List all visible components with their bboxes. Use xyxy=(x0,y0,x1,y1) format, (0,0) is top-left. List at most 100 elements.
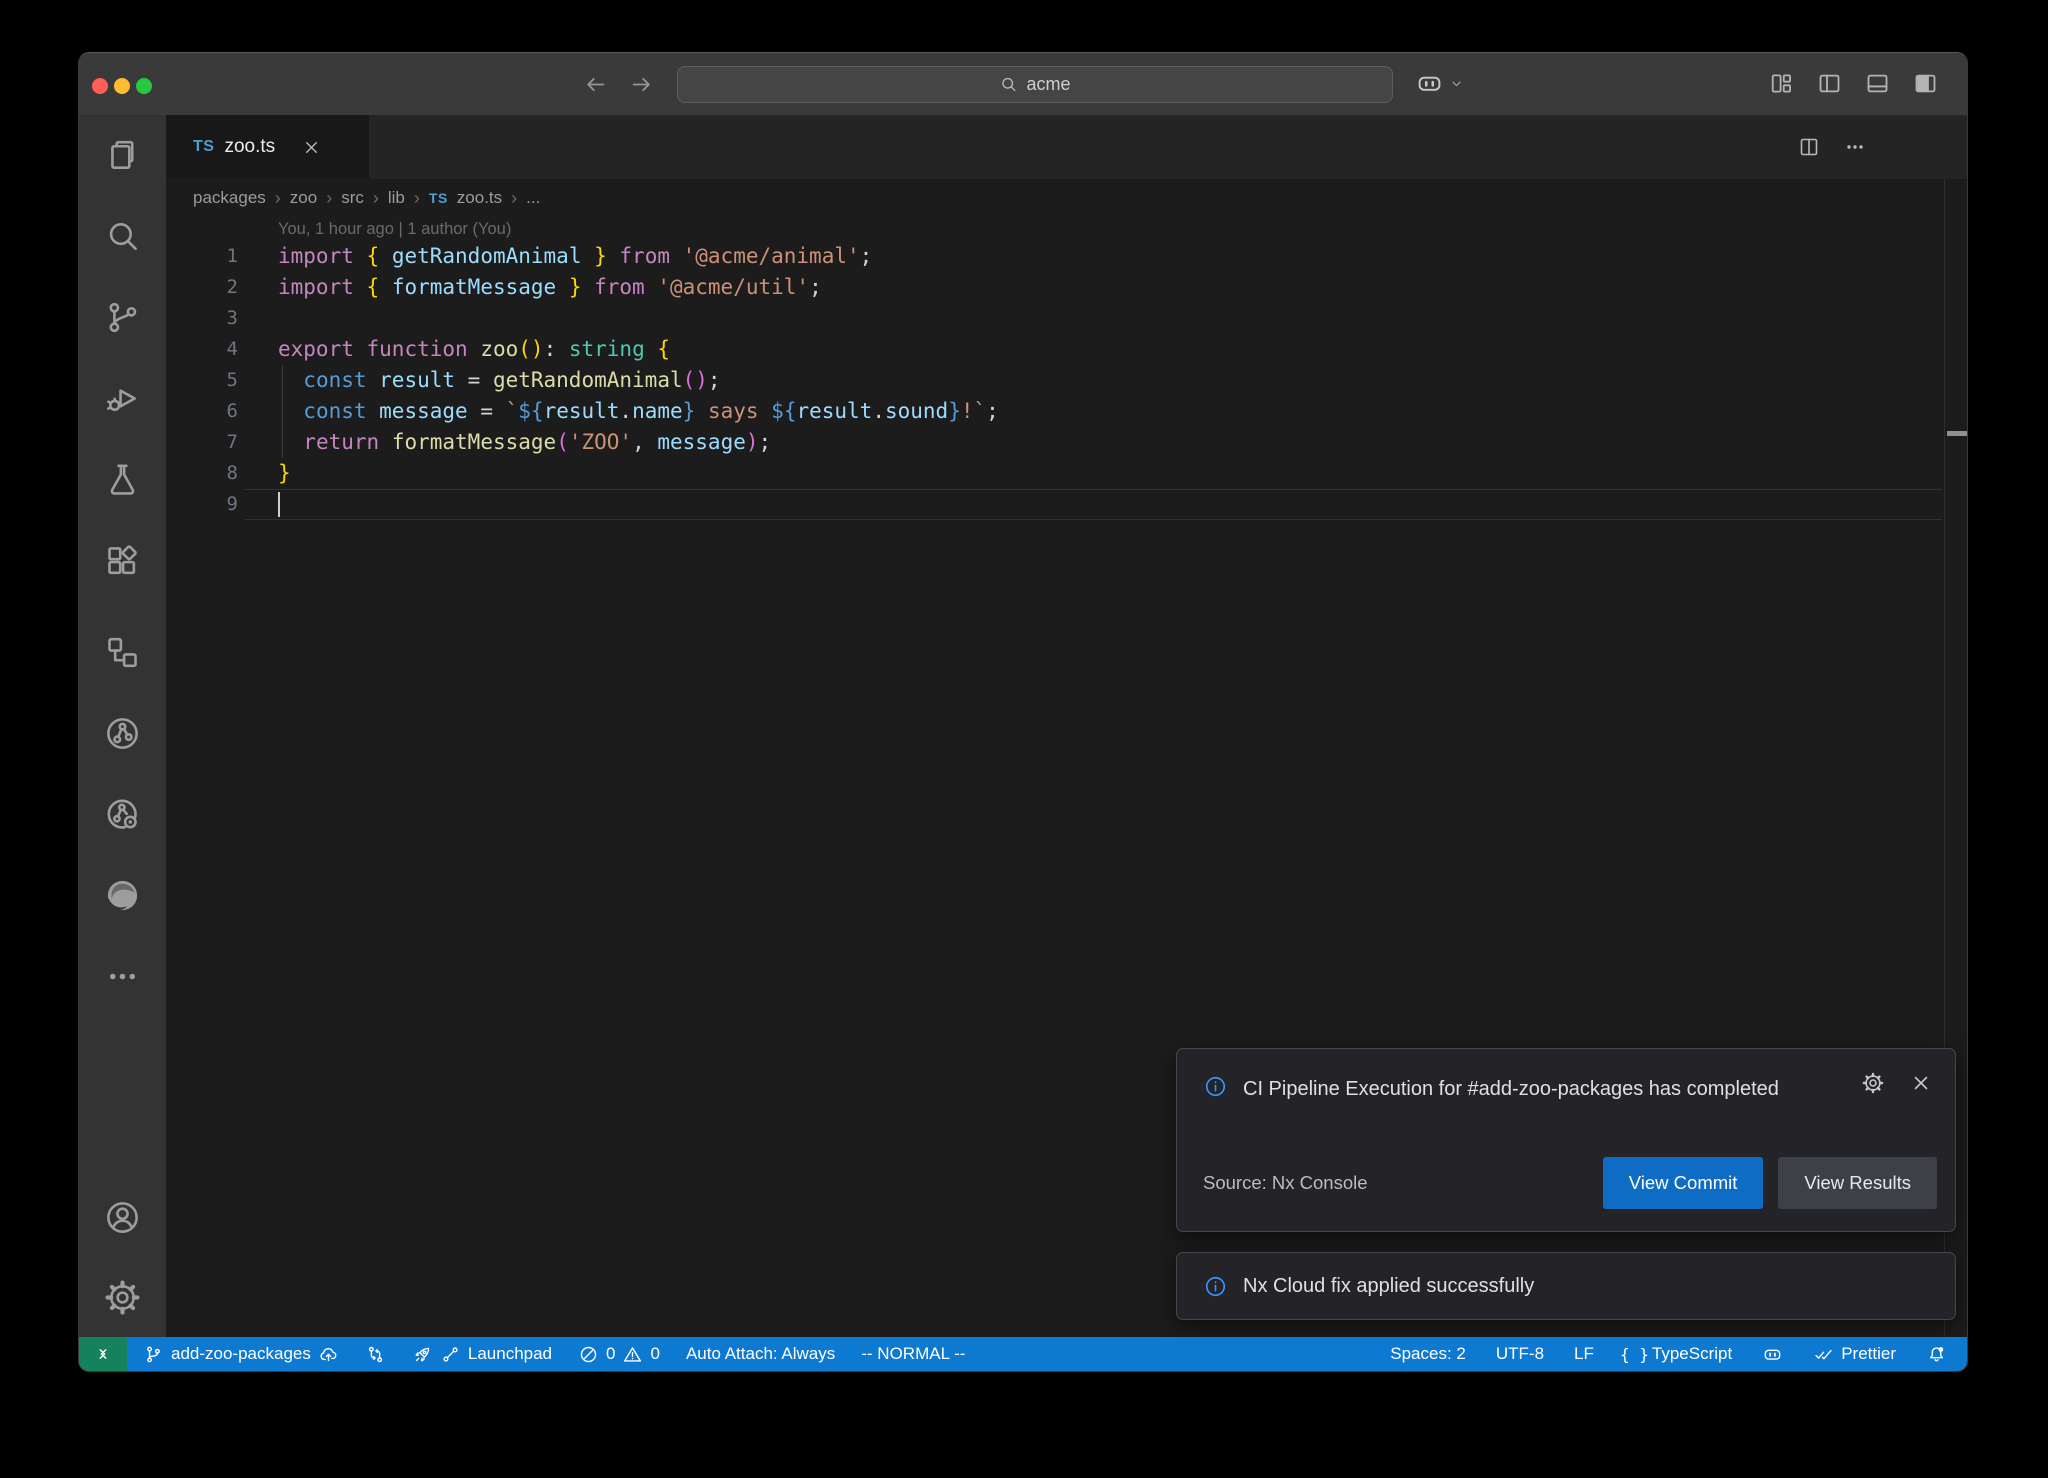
copilot-menu-button[interactable] xyxy=(1415,69,1465,98)
activity-item-run-debug[interactable] xyxy=(79,358,166,439)
more-actions-button[interactable] xyxy=(1843,135,1867,159)
activity-item-account[interactable] xyxy=(79,1177,166,1257)
extensions-icon xyxy=(103,541,142,580)
breadcrumb: packages›zoo›src›lib›TSzoo.ts›... xyxy=(166,179,1967,217)
line-number: 9 xyxy=(166,489,238,520)
bell-dot-icon xyxy=(1926,1344,1947,1365)
activity-item-nx-console[interactable] xyxy=(79,693,166,774)
search-icon xyxy=(103,217,142,256)
status-item-compare-changes[interactable] xyxy=(365,1344,386,1365)
customize-layout-button[interactable] xyxy=(1768,70,1795,97)
source-control-icon xyxy=(103,298,142,337)
code-text: } xyxy=(238,458,291,489)
code-line-2: 2import { formatMessage } from '@acme/ut… xyxy=(166,272,1967,303)
code-text: import { getRandomAnimal } from '@acme/a… xyxy=(238,241,872,272)
status-item-vim-mode[interactable]: -- NORMAL -- xyxy=(861,1344,965,1364)
remote-indicator[interactable] xyxy=(79,1337,127,1371)
breadcrumb-item[interactable]: packages xyxy=(193,188,266,208)
activity-item-type-hierarchy[interactable] xyxy=(79,612,166,693)
status-item-eol[interactable]: LF xyxy=(1574,1344,1594,1364)
status-item-formatter[interactable]: Prettier xyxy=(1813,1344,1896,1365)
activity-item-testing[interactable] xyxy=(79,439,166,520)
breadcrumb-item[interactable]: lib xyxy=(388,188,405,208)
breadcrumb-more[interactable]: ... xyxy=(526,188,540,208)
nx-console-icon xyxy=(103,714,142,753)
typescript-file-icon: TS xyxy=(429,190,448,206)
remote-icon xyxy=(92,1343,114,1365)
activity-item-search[interactable] xyxy=(79,196,166,277)
toggle-panel-button[interactable] xyxy=(1864,70,1891,97)
breadcrumb-separator: › xyxy=(373,188,379,209)
breadcrumb-item[interactable]: zoo xyxy=(290,188,317,208)
compare-icon xyxy=(365,1344,386,1365)
warning-icon xyxy=(622,1344,643,1365)
code-text xyxy=(238,303,278,334)
layout-controls xyxy=(1768,70,1939,97)
status-item-auto-attach[interactable]: Auto Attach: Always xyxy=(686,1344,835,1364)
activity-item-nx-cloud[interactable] xyxy=(79,774,166,855)
zoom-window-button[interactable] xyxy=(136,78,152,94)
breadcrumb-separator: › xyxy=(414,188,420,209)
tab-zoo-ts[interactable]: TS zoo.ts xyxy=(166,115,369,179)
code-lines: 1import { getRandomAnimal } from '@acme/… xyxy=(166,241,1967,520)
code-line-1: 1import { getRandomAnimal } from '@acme/… xyxy=(166,241,1967,272)
status-item-encoding[interactable]: UTF-8 xyxy=(1496,1344,1544,1364)
copilot-icon xyxy=(1762,1344,1783,1365)
command-center-search[interactable]: acme xyxy=(677,66,1393,103)
titlebar: acme xyxy=(79,53,1967,115)
breadcrumb-separator: › xyxy=(326,188,332,209)
line-number: 2 xyxy=(166,272,238,303)
cloud-upload-icon xyxy=(318,1344,339,1365)
breadcrumb-item[interactable]: src xyxy=(341,188,364,208)
close-window-button[interactable] xyxy=(92,78,108,94)
status-item-problems[interactable]: 00 xyxy=(578,1344,660,1365)
typescript-file-icon: TS xyxy=(193,138,214,156)
git-blame-annotation: You, 1 hour ago | 1 author (You) xyxy=(166,217,1967,241)
view-results-button[interactable]: View Results xyxy=(1778,1157,1937,1209)
breadcrumb-file[interactable]: zoo.ts xyxy=(457,188,502,208)
code-text: const message = `${result.name} says ${r… xyxy=(238,396,999,427)
toggle-secondary-sidebar-button[interactable] xyxy=(1912,70,1939,97)
notification-close-icon[interactable] xyxy=(1909,1071,1933,1095)
close-tab-icon[interactable] xyxy=(301,137,322,158)
status-item-language-mode[interactable]: { }TypeScript xyxy=(1624,1344,1732,1365)
split-editor-button[interactable] xyxy=(1797,135,1821,159)
error-icon xyxy=(578,1344,599,1365)
breadcrumb-separator: › xyxy=(275,188,281,209)
hierarchy-icon xyxy=(103,633,142,672)
activity-item-explorer[interactable] xyxy=(79,115,166,196)
notification-settings-icon[interactable] xyxy=(1861,1071,1885,1095)
code-line-3: 3 xyxy=(166,303,1967,334)
status-item-indentation[interactable]: Spaces: 2 xyxy=(1390,1344,1466,1364)
notification-actions: View Commit View Results xyxy=(1603,1157,1937,1209)
code-line-4: 4export function zoo(): string { xyxy=(166,334,1967,365)
status-item-label: Prettier xyxy=(1841,1344,1896,1364)
status-item-label: 0 xyxy=(650,1344,659,1364)
notification-toast-nx-cloud: Nx Cloud fix applied successfully xyxy=(1176,1252,1956,1320)
account-icon xyxy=(103,1198,142,1237)
toggle-primary-sidebar-button[interactable] xyxy=(1816,70,1843,97)
notification-source: Source: Nx Console xyxy=(1203,1172,1368,1194)
view-commit-button[interactable]: View Commit xyxy=(1603,1157,1764,1209)
activity-item-more-views[interactable] xyxy=(79,936,166,1017)
status-item-label: UTF-8 xyxy=(1496,1344,1544,1364)
status-item-git-branch[interactable]: add-zoo-packages xyxy=(143,1344,339,1365)
code-text xyxy=(238,489,278,520)
activity-item-extensions[interactable] xyxy=(79,520,166,601)
status-item-launchpad[interactable]: Launchpad xyxy=(412,1344,552,1365)
run-debug-icon xyxy=(103,379,142,418)
navigate-forward-icon[interactable] xyxy=(628,71,655,98)
checks-icon xyxy=(1813,1344,1834,1365)
status-item-label: Spaces: 2 xyxy=(1390,1344,1466,1364)
minimize-window-button[interactable] xyxy=(114,78,130,94)
activity-item-edge-tools[interactable] xyxy=(79,855,166,936)
status-item-copilot-status[interactable] xyxy=(1762,1344,1783,1365)
navigate-back-icon[interactable] xyxy=(582,71,609,98)
activity-item-source-control[interactable] xyxy=(79,277,166,358)
line-number: 5 xyxy=(166,365,238,396)
status-item-notifications-bell[interactable] xyxy=(1926,1344,1947,1365)
line-number: 1 xyxy=(166,241,238,272)
vscode-window: acme TS zoo.ts packages › zoo › src xyxy=(78,52,1968,1372)
activity-item-settings[interactable] xyxy=(79,1257,166,1337)
status-item-label: Auto Attach: Always xyxy=(686,1344,835,1364)
